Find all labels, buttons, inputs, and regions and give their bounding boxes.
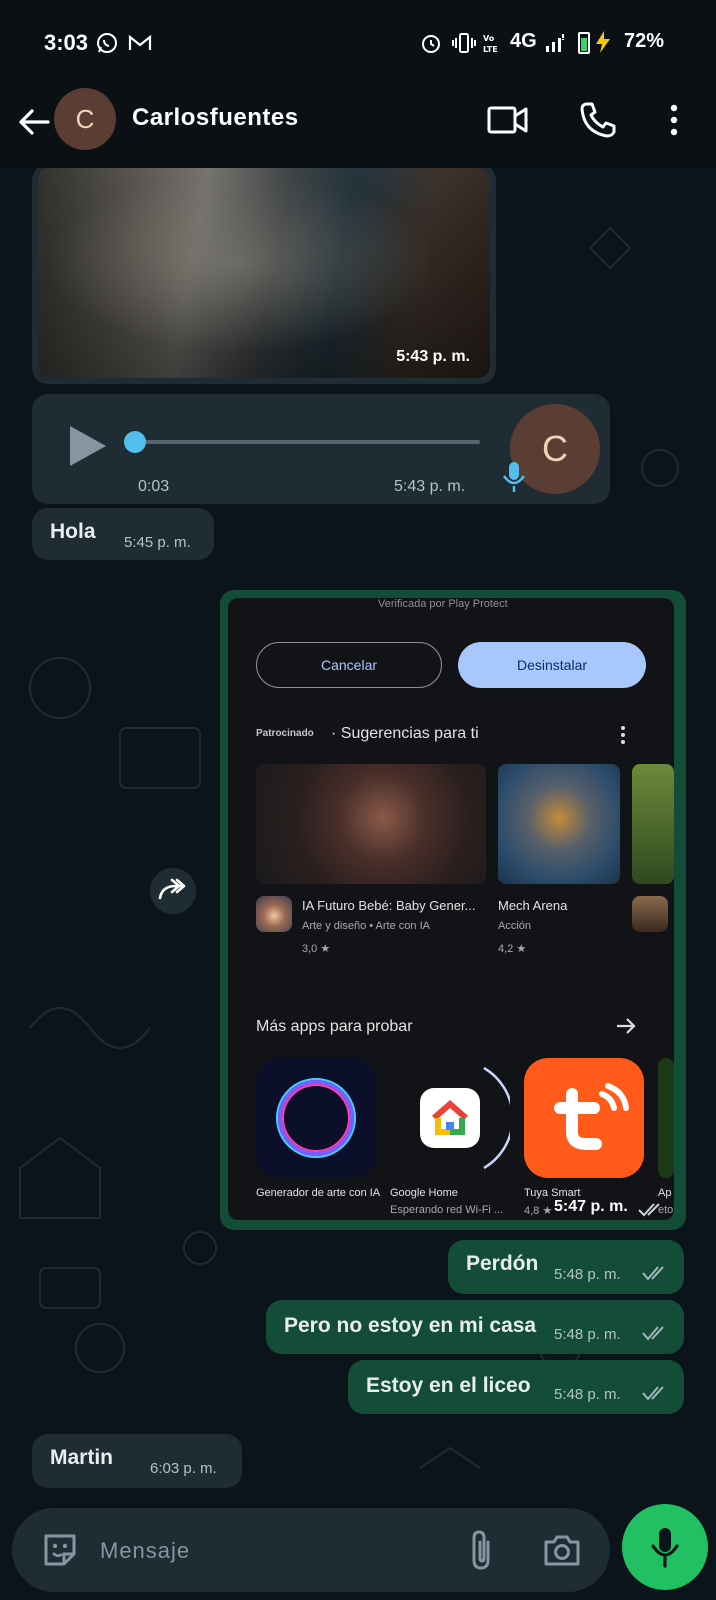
voice-call-icon[interactable] — [576, 98, 620, 142]
incoming-message[interactable]: Hola 5:45 p. m. — [32, 508, 214, 560]
voice-message[interactable]: 0:03 5:43 p. m. C — [32, 394, 610, 504]
app-rating: 4,8 ★ — [524, 1205, 553, 1217]
soldier-game-banner — [256, 764, 486, 884]
sticker-icon[interactable] — [40, 1530, 80, 1570]
tuya-smart-icon — [524, 1058, 644, 1178]
read-ticks-icon — [642, 1266, 664, 1281]
mech-arena-banner — [498, 764, 620, 884]
uninstall-button: Desinstalar — [458, 642, 646, 688]
app-name: Mech Arena — [498, 898, 568, 913]
blurred-photo[interactable] — [38, 168, 490, 378]
camera-icon[interactable] — [542, 1530, 582, 1570]
contact-name[interactable]: Carlosfuentes — [132, 104, 299, 132]
back-arrow-icon[interactable] — [14, 102, 54, 142]
art-generator-icon — [256, 1058, 376, 1178]
message-text: Estoy en el liceo — [366, 1374, 531, 1397]
svg-text:Vo: Vo — [483, 34, 495, 43]
app-rating: 3,0 ★ — [302, 943, 331, 955]
image-message[interactable]: 5:43 p. m. — [32, 168, 496, 384]
google-home-icon — [390, 1058, 510, 1178]
contact-avatar[interactable]: C — [54, 88, 116, 150]
gmail-icon — [128, 34, 152, 50]
message-time: 5:43 p. m. — [396, 348, 470, 365]
app-category: Acción — [498, 920, 532, 932]
third-app-banner — [632, 764, 674, 884]
more-options-icon — [621, 726, 625, 744]
voice-record-button[interactable] — [622, 1504, 708, 1590]
message-input[interactable]: Mensaje — [12, 1508, 610, 1592]
volte-icon: Vo LTE — [483, 34, 498, 54]
message-time: 5:48 p. m. — [554, 1386, 621, 1403]
screenshot-image[interactable]: Verificada por Play Protect Cancelar Des… — [228, 598, 674, 1220]
status-bar: 3:03 Vo LTE 4G 72% — [0, 0, 716, 84]
sponsored-label: Patrocinado — [256, 728, 314, 739]
more-apps-title: Más apps para probar — [256, 1018, 413, 1035]
fourth-app-icon — [658, 1058, 674, 1178]
message-text: Perdón — [466, 1252, 539, 1275]
app-name: Google Home — [390, 1187, 458, 1199]
more-options-icon[interactable] — [652, 98, 696, 142]
outgoing-message[interactable]: Perdón 5:48 p. m. — [448, 1240, 684, 1294]
charging-icon — [596, 31, 610, 53]
voice-duration: 0:03 — [138, 478, 170, 495]
vibrate-icon — [452, 33, 476, 53]
message-placeholder: Mensaje — [100, 1538, 191, 1563]
message-time: 6:03 p. m. — [150, 1460, 217, 1477]
audio-progress-track[interactable] — [136, 440, 480, 444]
compose-bar: Mensaje — [0, 1498, 716, 1600]
forward-button[interactable] — [150, 868, 196, 914]
third-app-icon — [632, 896, 668, 932]
message-text: Hola — [50, 520, 96, 543]
message-time: 5:47 p. m. — [554, 1198, 628, 1215]
message-time: 5:48 p. m. — [554, 1266, 621, 1283]
app-rating: 4,2 ★ — [498, 943, 527, 955]
signal-icon — [546, 34, 564, 52]
suggestions-title: · Sugerencias para ti — [331, 725, 479, 742]
app-name: Ap — [658, 1187, 672, 1199]
network-type: 4G — [510, 30, 537, 52]
read-ticks-icon — [638, 1203, 660, 1217]
message-text: Martin — [50, 1446, 113, 1469]
cancel-button: Cancelar — [256, 642, 442, 688]
alarm-icon — [422, 35, 440, 53]
chat-area[interactable]: 5:43 p. m. 0:03 5:43 p. m. C Hola 5:45 p… — [0, 168, 716, 1498]
message-time: 5:48 p. m. — [554, 1326, 621, 1343]
mic-icon — [502, 462, 526, 492]
battery-percent: 72% — [624, 30, 665, 52]
whatsapp-icon — [97, 33, 117, 53]
incoming-message[interactable]: Martin 6:03 p. m. — [32, 1434, 242, 1488]
forward-icon — [158, 878, 186, 900]
message-time: 5:43 p. m. — [394, 478, 466, 495]
video-call-icon[interactable] — [486, 98, 530, 142]
message-text: Pero no estoy en mi casa — [284, 1314, 537, 1337]
chat-header: C Carlosfuentes — [0, 84, 716, 168]
app-name: Generador de arte con IA — [256, 1187, 381, 1199]
app-status: Esperando red Wi-Fi ... — [390, 1204, 504, 1216]
app-category: Arte y diseño • Arte con IA — [302, 920, 430, 932]
audio-progress-knob[interactable] — [124, 431, 146, 453]
outgoing-message[interactable]: Estoy en el liceo 5:48 p. m. — [348, 1360, 684, 1414]
outgoing-message[interactable]: Pero no estoy en mi casa 5:48 p. m. — [266, 1300, 684, 1354]
read-ticks-icon — [642, 1326, 664, 1341]
message-time: 5:45 p. m. — [124, 534, 191, 551]
play-icon[interactable] — [68, 424, 108, 468]
ia-futuro-bebe-icon — [256, 896, 292, 932]
read-ticks-icon — [642, 1386, 664, 1401]
svg-text:LTE: LTE — [483, 45, 498, 54]
battery-icon — [578, 32, 590, 54]
mic-icon — [651, 1528, 679, 1568]
screenshot-message[interactable]: Verificada por Play Protect Cancelar Des… — [220, 590, 686, 1230]
status-time: 3:03 — [44, 30, 89, 55]
arrow-right-icon — [617, 1018, 636, 1034]
play-protect-text: Verificada por Play Protect — [378, 598, 508, 610]
app-name: IA Futuro Bebé: Baby Gener... — [302, 898, 476, 913]
attach-icon[interactable] — [462, 1528, 502, 1572]
